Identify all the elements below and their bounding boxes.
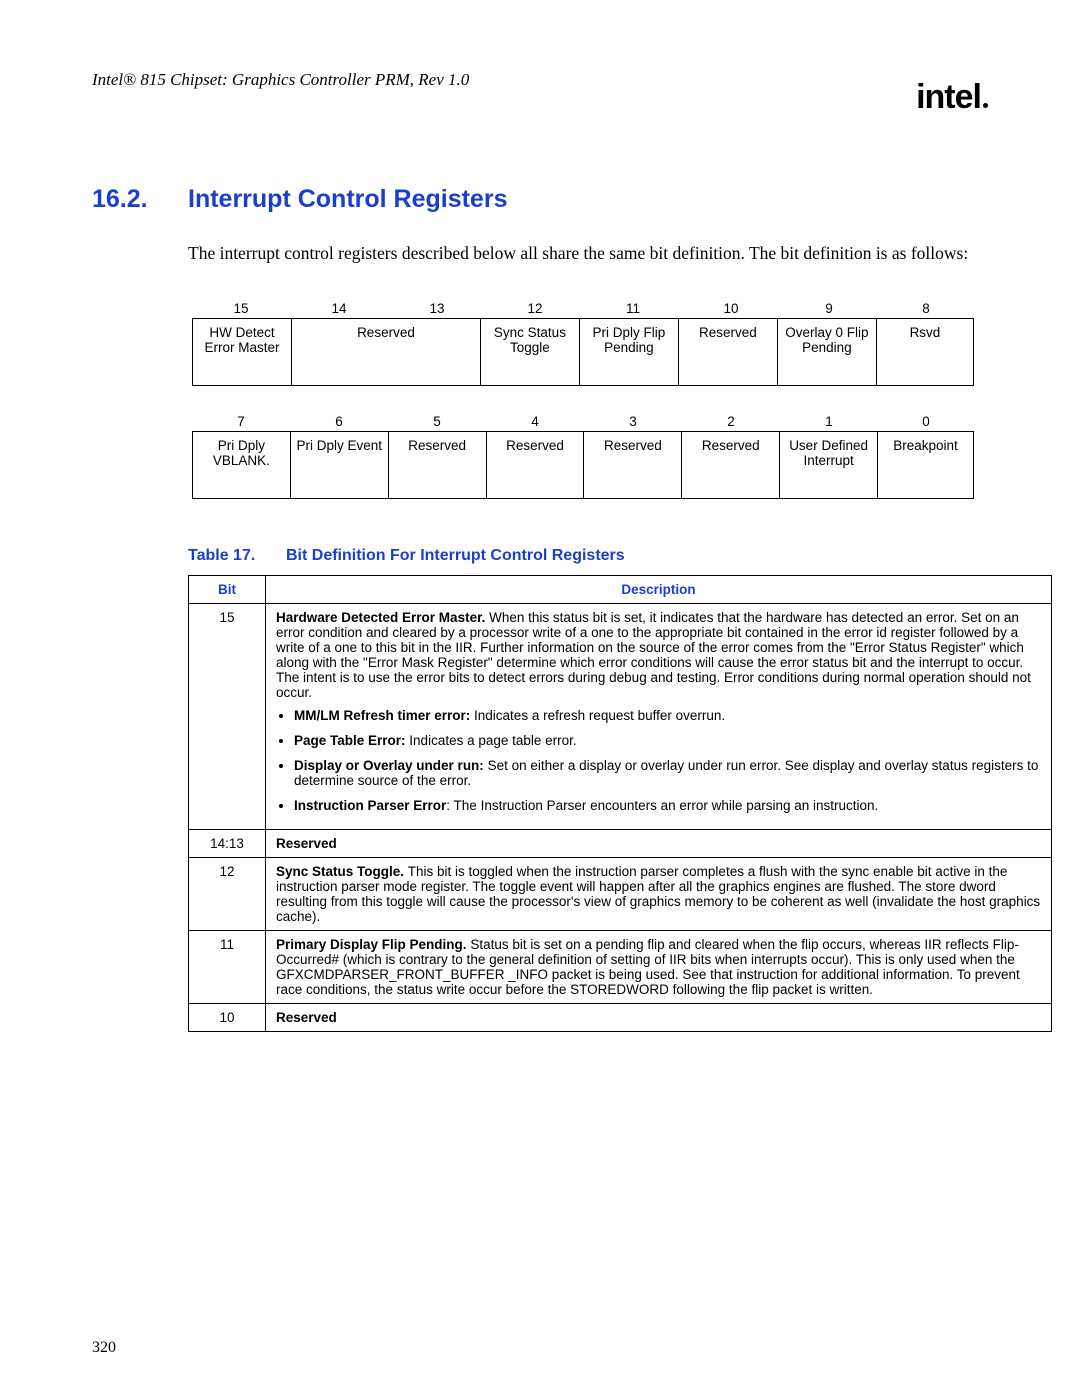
bit-header: 11 [584,301,682,318]
bit-header: 2 [682,414,780,431]
bit-header: 10 [682,301,780,318]
doc-header: Intel® 815 Chipset: Graphics Controller … [92,70,988,90]
bit-cell: Breakpoint [878,432,973,498]
bit-cell: Reserved [679,319,778,385]
bit-cell: Reserved [487,432,585,498]
bit-header: 12 [486,301,584,318]
bit-cell: Overlay 0 Flip Pending [778,319,877,385]
table-row: 14:13 Reserved [189,829,1052,857]
bit-cell: Pri Dply Flip Pending [580,319,679,385]
bit-header: 0 [878,414,974,431]
table-caption: Table 17. Bit Definition For Interrupt C… [188,547,988,565]
col-desc: Description [266,575,1052,603]
table-row: 10 Reserved [189,1003,1052,1031]
section-heading: 16.2. Interrupt Control Registers [92,185,988,214]
bit-header: 5 [388,414,486,431]
bit-header: 14 [290,301,388,318]
bit-header: 6 [290,414,388,431]
table-row: 15 Hardware Detected Error Master. When … [189,603,1052,829]
bit-header: 9 [780,301,878,318]
bit-header: 15 [192,301,290,318]
bit-cell: Pri Dply VBLANK. [193,432,291,498]
bit-cell: User Defined Interrupt [780,432,878,498]
bit-header: 13 [388,301,486,318]
intro-paragraph: The interrupt control registers describe… [188,242,988,265]
col-bit: Bit [189,575,266,603]
bit-header: 4 [486,414,584,431]
bit-cell: Sync Status Toggle [481,319,580,385]
table-row: 11 Primary Display Flip Pending. Status … [189,930,1052,1003]
bit-definition-table: Bit Description 15 Hardware Detected Err… [188,575,1052,1032]
bit-cell: Reserved [292,319,481,385]
bit-header: 1 [780,414,878,431]
section-title: Interrupt Control Registers [188,185,507,214]
bit-cell: Pri Dply Event [291,432,389,498]
bit-cell: Reserved [584,432,682,498]
bit-diagram-high: 15 14 13 12 11 10 9 8 HW Detect Error Ma… [192,301,974,386]
bit-cell: Reserved [682,432,780,498]
bit-diagram-low: 7 6 5 4 3 2 1 0 Pri Dply VBLANK. Pri Dpl… [192,414,974,499]
bit-cell: Reserved [389,432,487,498]
bit-header: 7 [192,414,290,431]
table-row: 12 Sync Status Toggle. This bit is toggl… [189,857,1052,930]
intel-logo: intel [916,78,988,117]
bit-cell: Rsvd [877,319,973,385]
bit-header: 3 [584,414,682,431]
bit-cell: HW Detect Error Master [193,319,292,385]
page-number: 320 [92,1339,116,1357]
bit-header: 8 [878,301,974,318]
section-number: 16.2. [92,185,188,214]
